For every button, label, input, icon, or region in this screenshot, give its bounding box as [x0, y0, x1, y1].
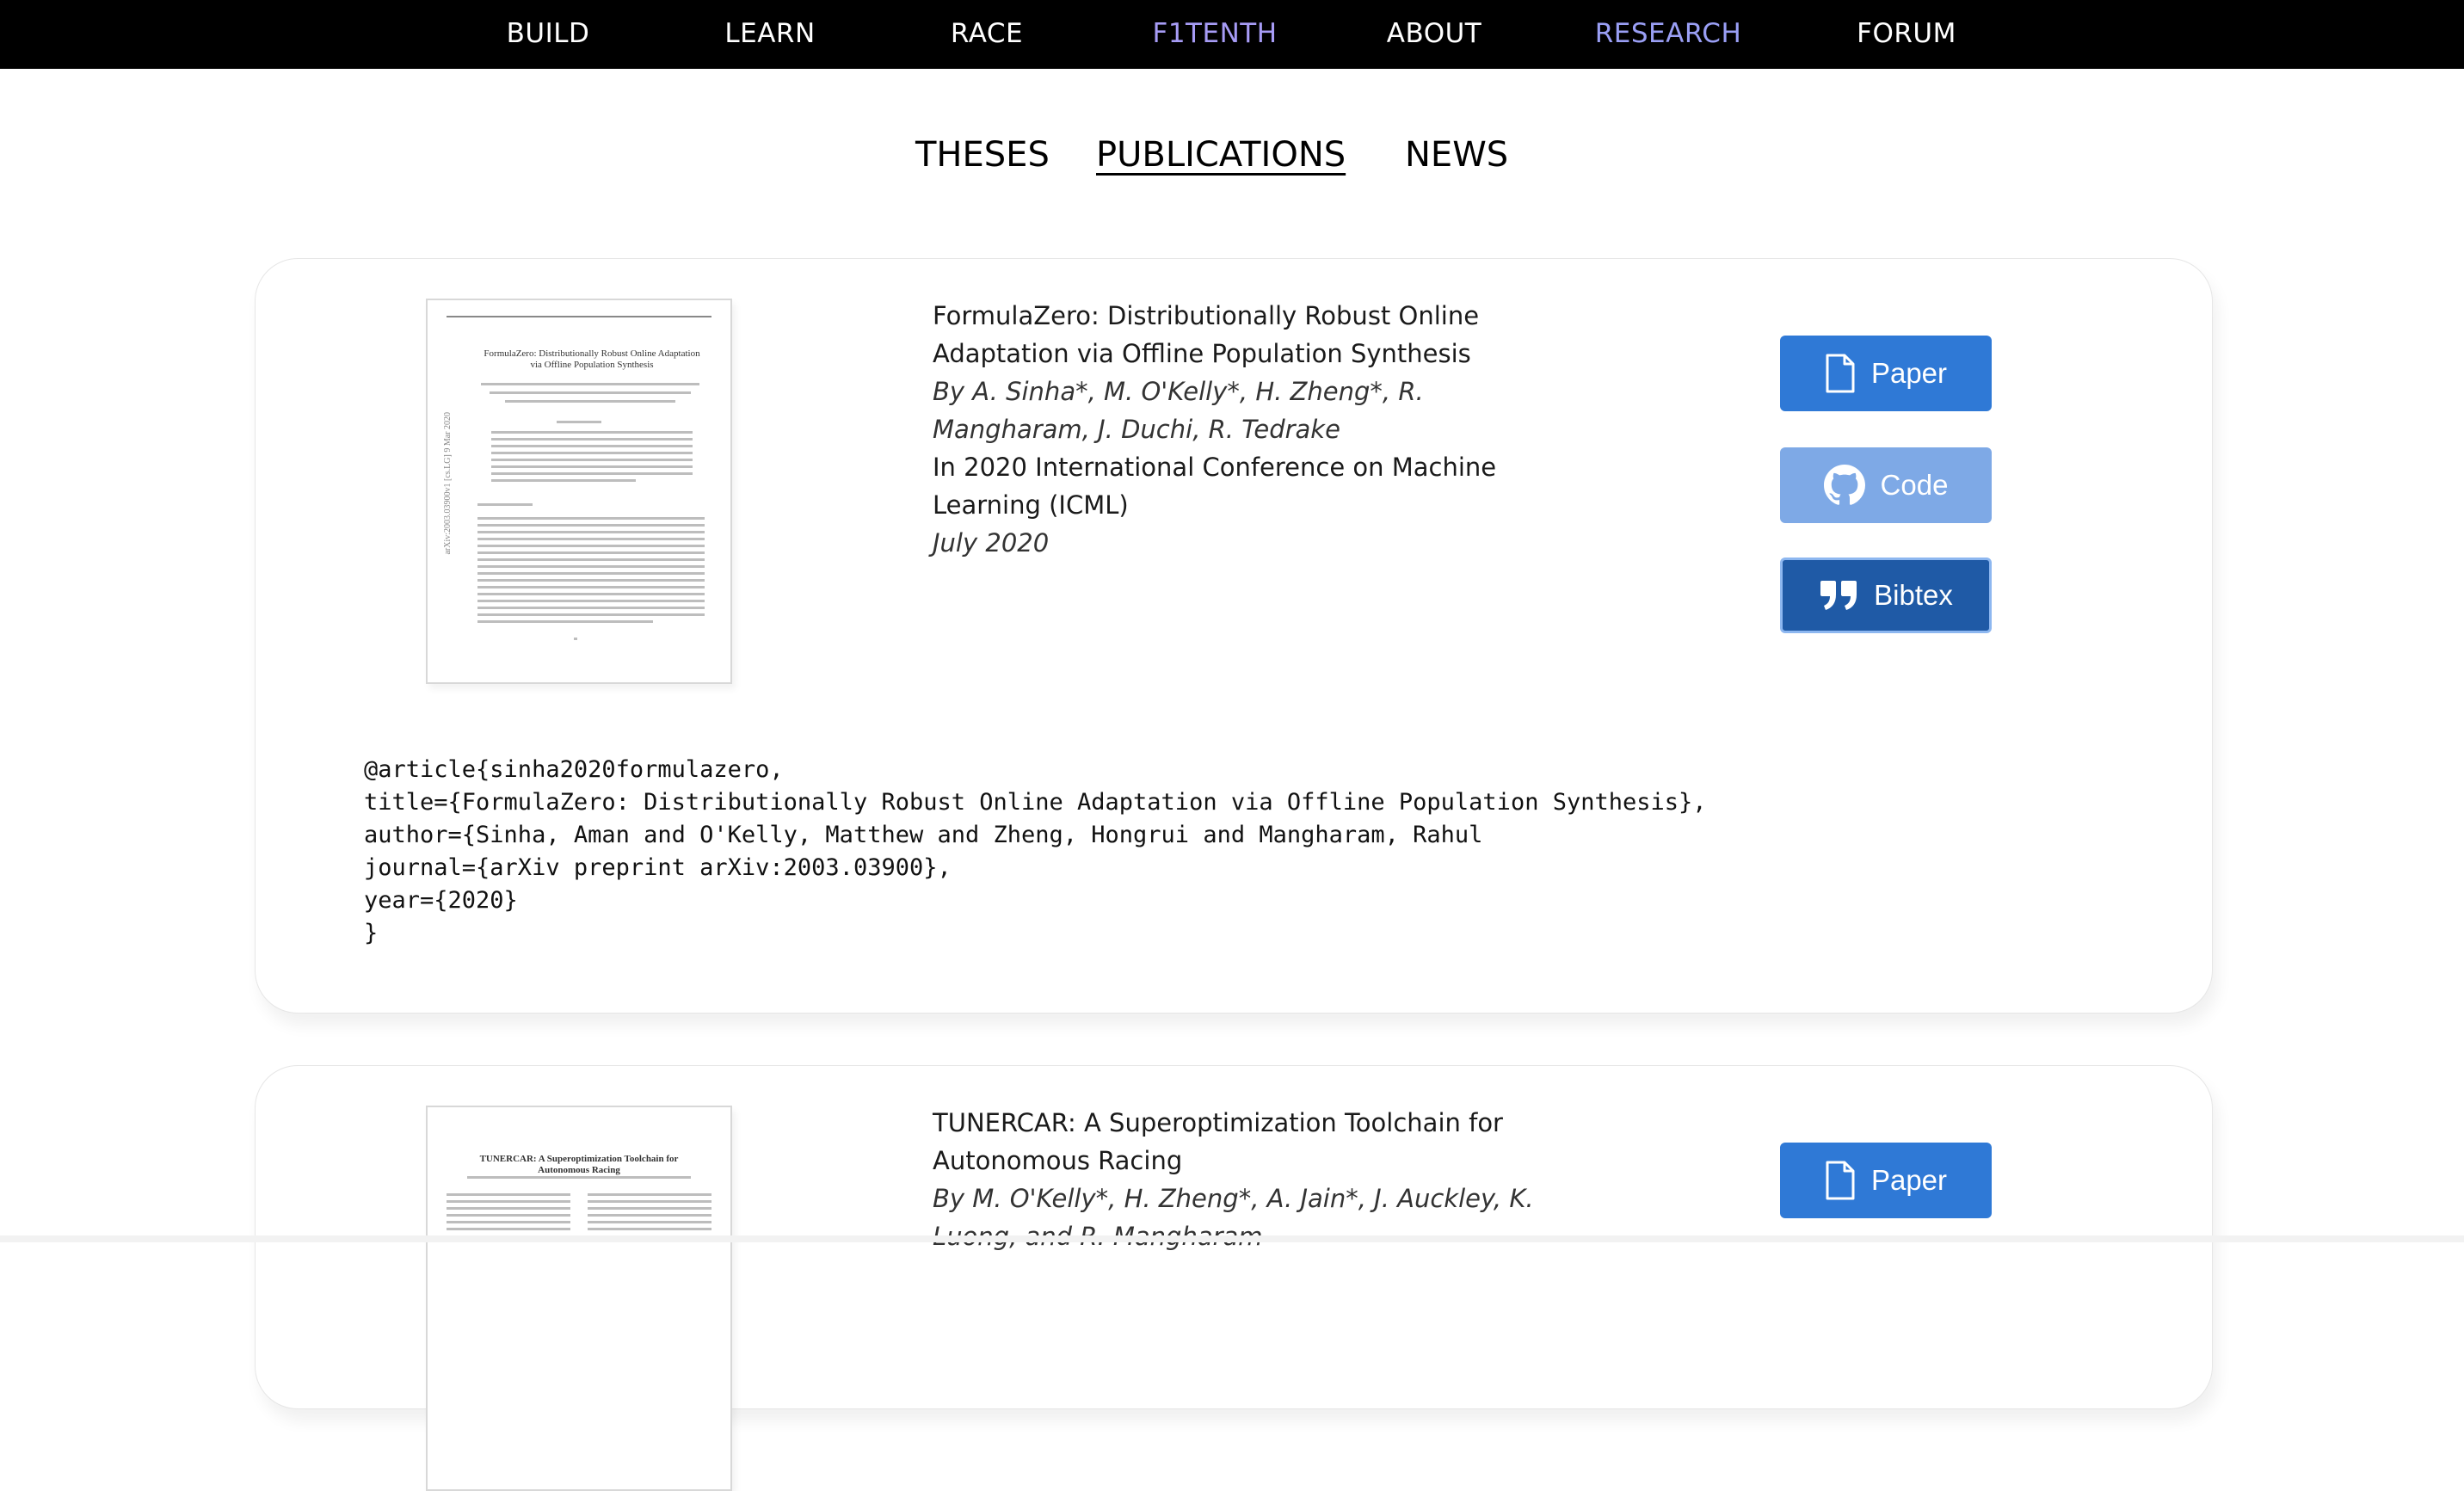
publication-authors: By A. Sinha*, M. O'Kelly*, H. Zheng*, R.… — [933, 377, 1424, 444]
thumbnail-text-line — [477, 558, 705, 561]
publication-venue: In 2020 International Conference on Mach… — [933, 453, 1497, 520]
nav-about[interactable]: ABOUT — [1387, 0, 1481, 69]
thumbnail-text-line — [477, 538, 705, 540]
thumbnail-text-line — [477, 517, 705, 520]
document-icon — [1826, 1161, 1855, 1200]
thumbnail-text-line — [588, 1228, 711, 1230]
code-button[interactable]: Code — [1780, 447, 1992, 523]
thumbnail-rule — [447, 316, 711, 317]
tab-theses[interactable]: THESES — [915, 132, 1050, 177]
publication-meta: TUNERCAR: A Superoptimization Toolchain … — [933, 1104, 1569, 1255]
thumbnail-text-line — [588, 1200, 711, 1203]
bibtex-entry: @article{sinha2020formulazero, title={Fo… — [364, 756, 1707, 946]
thumbnail-text-line — [574, 638, 577, 640]
thumbnail-text-line — [588, 1193, 711, 1196]
thumbnail-text-line — [588, 1207, 711, 1210]
github-icon — [1823, 465, 1865, 505]
thumbnail-text-line — [477, 551, 705, 554]
thumbnail-text-line — [477, 524, 705, 527]
thumbnail-text-line — [491, 479, 636, 482]
thumbnail-text-line — [447, 1207, 570, 1210]
nav-research[interactable]: RESEARCH — [1595, 0, 1742, 69]
thumbnail-text-line — [447, 1228, 570, 1230]
thumbnail-title: FormulaZero: Distributionally Robust Onl… — [484, 348, 700, 370]
thumbnail-text-line — [447, 1200, 570, 1203]
paper-button-label: Paper — [1870, 1164, 1948, 1196]
window-bottom-edge — [0, 1235, 2464, 1242]
quote-icon — [1820, 581, 1857, 610]
thumbnail-arxiv-stamp: arXiv:2003.03900v1 [cs.LG] 9 Mar 2020 — [443, 412, 453, 555]
publication-date: July 2020 — [933, 528, 1050, 558]
thumbnail-text-line — [588, 1221, 711, 1223]
thumbnail-text-line — [477, 565, 705, 568]
thumbnail-text-line — [491, 465, 693, 468]
tab-news[interactable]: NEWS — [1405, 132, 1508, 177]
paper-button[interactable]: Paper — [1780, 1143, 1992, 1218]
thumbnail-text-line — [505, 400, 675, 403]
thumbnail-text-line — [447, 1214, 570, 1217]
thumbnail-text-line — [477, 593, 705, 595]
thumbnail-title: TUNERCAR: A Superoptimization Toolchain … — [479, 1154, 679, 1175]
document-icon — [1826, 354, 1855, 393]
nav-forum[interactable]: FORUM — [1857, 0, 1956, 69]
thumbnail-text-line — [477, 620, 653, 623]
publication-title[interactable]: TUNERCAR: A Superoptimization Toolchain … — [933, 1104, 1569, 1180]
nav-build[interactable]: BUILD — [507, 0, 590, 69]
publication-title[interactable]: FormulaZero: Distributionally Robust Onl… — [933, 297, 1569, 373]
paper-thumbnail[interactable]: FormulaZero: Distributionally Robust Onl… — [426, 299, 732, 684]
code-button-label: Code — [1880, 469, 1949, 501]
thumbnail-text-line — [477, 600, 705, 602]
thumbnail-text-line — [490, 391, 691, 394]
publication-card: FormulaZero: Distributionally Robust Onl… — [255, 258, 2213, 1014]
thumbnail-text-line — [491, 472, 693, 475]
thumbnail-text-line — [447, 1193, 570, 1196]
bibtex-button-label: Bibtex — [1874, 579, 1953, 611]
thumbnail-text-line — [447, 1221, 570, 1223]
bibtex-button[interactable]: Bibtex — [1780, 558, 1992, 633]
thumbnail-text-line — [467, 1176, 691, 1179]
tab-publications[interactable]: PUBLICATIONS — [1096, 132, 1346, 177]
thumbnail-text-line — [491, 445, 693, 447]
thumbnail-text-line — [477, 586, 705, 588]
nav-learn[interactable]: LEARN — [724, 0, 815, 69]
publication-meta: FormulaZero: Distributionally Robust Onl… — [933, 297, 1569, 562]
thumbnail-text-line — [477, 503, 533, 506]
thumbnail-text-line — [491, 459, 693, 461]
thumbnail-text-line — [477, 572, 705, 575]
thumbnail-text-line — [481, 383, 699, 385]
paper-button-label: Paper — [1870, 357, 1948, 389]
thumbnail-text-line — [477, 613, 705, 616]
publication-authors: By M. O'Kelly*, H. Zheng*, A. Jain*, J. … — [933, 1184, 1534, 1251]
nav-race[interactable]: RACE — [951, 0, 1023, 69]
thumbnail-text-line — [477, 607, 705, 609]
thumbnail-text-line — [477, 579, 705, 582]
nav-f1tenth[interactable]: F1TENTH — [1152, 0, 1277, 69]
thumbnail-text-line — [557, 421, 601, 423]
thumbnail-text-line — [491, 452, 693, 454]
paper-button[interactable]: Paper — [1780, 336, 1992, 411]
thumbnail-text-line — [477, 531, 705, 533]
thumbnail-text-line — [491, 438, 693, 441]
thumbnail-text-line — [491, 431, 693, 434]
thumbnail-text-line — [588, 1214, 711, 1217]
thumbnail-text-line — [477, 545, 705, 547]
top-nav: BUILD LEARN RACE F1TENTH ABOUT RESEARCH … — [0, 0, 2464, 69]
paper-thumbnail[interactable]: TUNERCAR: A Superoptimization Toolchain … — [426, 1106, 732, 1491]
